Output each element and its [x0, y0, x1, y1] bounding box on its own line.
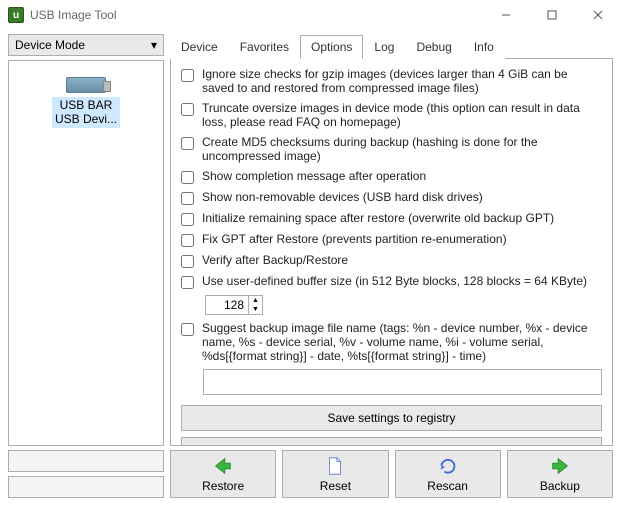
filename-template-input[interactable]	[203, 369, 602, 395]
tab-options[interactable]: Options	[300, 35, 363, 59]
usb-drive-icon	[66, 77, 106, 93]
device-label: USB BARUSB Devi...	[52, 97, 120, 128]
rescan-button[interactable]: Rescan	[395, 450, 501, 498]
arrow-right-icon	[549, 455, 571, 477]
chevron-down-icon: ▾	[151, 38, 157, 52]
tab-log[interactable]: Log	[363, 35, 405, 59]
app-icon: u	[8, 7, 24, 23]
minimize-icon	[501, 10, 511, 20]
mode-select[interactable]: Device Mode ▾	[8, 34, 164, 56]
titlebar: u USB Image Tool	[0, 0, 621, 30]
progress-bar-1	[8, 450, 164, 472]
arrow-left-icon	[212, 455, 234, 477]
remove-registry-button[interactable]: Remove settings from registry (including…	[181, 437, 602, 446]
tab-debug[interactable]: Debug	[405, 35, 462, 59]
buffer-size-stepper[interactable]: 128 ▲▼	[205, 295, 263, 315]
mode-select-value: Device Mode	[15, 38, 85, 52]
nonremovable-checkbox[interactable]	[181, 192, 194, 205]
fixgpt-label: Fix GPT after Restore (prevents partitio…	[202, 232, 602, 246]
device-list[interactable]: USB BARUSB Devi...	[8, 60, 164, 446]
fixgpt-checkbox[interactable]	[181, 234, 194, 247]
options-panel: Ignore size checks for gzip images (devi…	[170, 59, 613, 446]
tab-device[interactable]: Device	[170, 35, 229, 59]
progress-bar-2	[8, 476, 164, 498]
document-icon	[324, 455, 346, 477]
verify-label: Verify after Backup/Restore	[202, 253, 602, 267]
buffer-size-value: 128	[206, 298, 248, 312]
md5-label: Create MD5 checksums during backup (hash…	[202, 135, 602, 163]
ignore-size-checkbox[interactable]	[181, 69, 194, 82]
maximize-button[interactable]	[529, 0, 575, 30]
backup-button[interactable]: Backup	[507, 450, 613, 498]
completion-checkbox[interactable]	[181, 171, 194, 184]
truncate-checkbox[interactable]	[181, 103, 194, 116]
tab-info[interactable]: Info	[463, 35, 505, 59]
nonremovable-label: Show non-removable devices (USB hard dis…	[202, 190, 602, 204]
stepper-up-icon[interactable]: ▲	[249, 296, 262, 305]
verify-checkbox[interactable]	[181, 255, 194, 268]
tab-bar: Device Favorites Options Log Debug Info	[170, 34, 613, 59]
reset-button[interactable]: Reset	[282, 450, 388, 498]
completion-label: Show completion message after operation	[202, 169, 602, 183]
window-title: USB Image Tool	[30, 8, 483, 22]
tab-favorites[interactable]: Favorites	[229, 35, 300, 59]
close-button[interactable]	[575, 0, 621, 30]
ignore-size-label: Ignore size checks for gzip images (devi…	[202, 67, 602, 95]
suggest-label: Suggest backup image file name (tags: %n…	[202, 321, 602, 363]
initspace-label: Initialize remaining space after restore…	[202, 211, 602, 225]
minimize-button[interactable]	[483, 0, 529, 30]
stepper-down-icon[interactable]: ▼	[249, 305, 262, 314]
truncate-label: Truncate oversize images in device mode …	[202, 101, 602, 129]
buffer-label: Use user-defined buffer size (in 512 Byt…	[202, 274, 602, 288]
close-icon	[593, 10, 603, 20]
md5-checkbox[interactable]	[181, 137, 194, 150]
maximize-icon	[547, 10, 557, 20]
initspace-checkbox[interactable]	[181, 213, 194, 226]
suggest-checkbox[interactable]	[181, 323, 194, 336]
buffer-checkbox[interactable]	[181, 276, 194, 289]
device-item[interactable]: USB BARUSB Devi...	[52, 67, 120, 128]
restore-button[interactable]: Restore	[170, 450, 276, 498]
refresh-icon	[437, 455, 459, 477]
save-registry-button[interactable]: Save settings to registry	[181, 405, 602, 431]
